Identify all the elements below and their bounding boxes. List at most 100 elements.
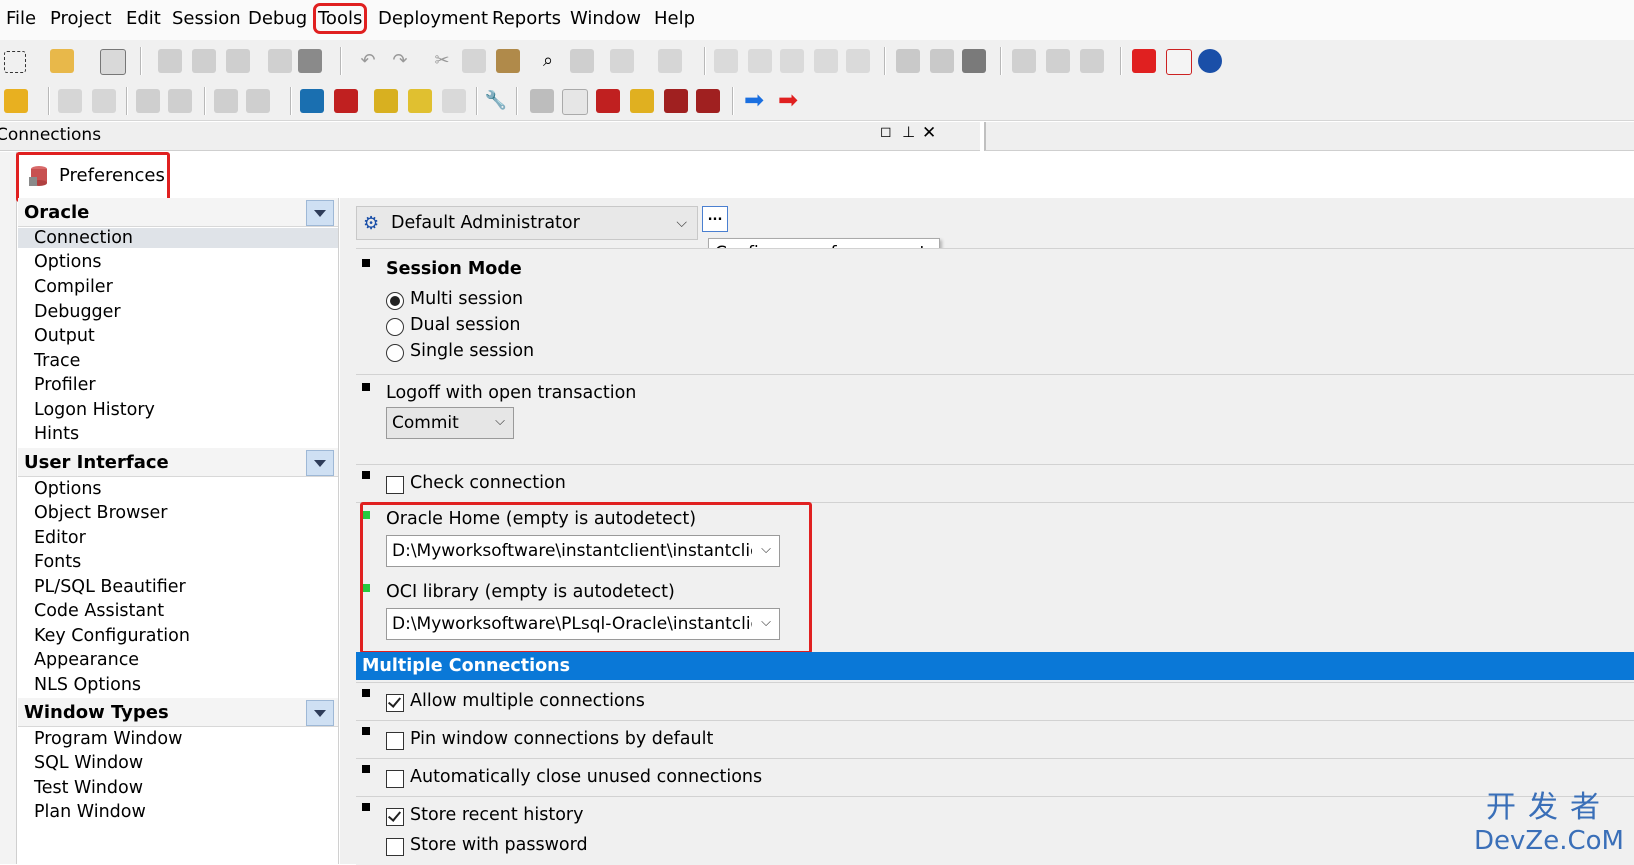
find-icon[interactable]: ⌕ — [536, 49, 560, 73]
database-export-icon[interactable] — [334, 89, 358, 113]
menu-file[interactable]: File — [6, 8, 36, 29]
menu-deployment[interactable]: Deployment — [378, 8, 488, 29]
tree-item-test-window[interactable]: Test Window — [34, 778, 143, 798]
log-on-icon[interactable] — [4, 89, 28, 113]
tree-item-object-browser[interactable]: Object Browser — [34, 503, 167, 523]
save-all-icon[interactable] — [226, 49, 250, 73]
tree-item-output[interactable]: Output — [34, 326, 95, 346]
notes-icon[interactable] — [408, 89, 432, 113]
tree-item-appearance[interactable]: Appearance — [34, 650, 139, 670]
open-icon[interactable] — [50, 49, 74, 73]
close-icon[interactable]: ✕ — [922, 123, 936, 143]
tree-item-plsql-beautifier[interactable]: PL/SQL Beautifier — [34, 577, 186, 597]
group-oracle[interactable]: Oracle — [18, 198, 338, 227]
macro-library-icon[interactable] — [962, 49, 986, 73]
tree-item-debugger[interactable]: Debugger — [34, 302, 121, 322]
maximize-icon[interactable]: ◻ — [880, 124, 892, 140]
eraser-icon[interactable] — [562, 89, 588, 115]
break-icon[interactable] — [92, 89, 116, 113]
menu-project[interactable]: Project — [50, 8, 112, 29]
radio-single-session[interactable] — [386, 344, 404, 362]
print-setup-icon[interactable] — [100, 49, 126, 75]
tree-item-connection[interactable]: Connection — [18, 228, 338, 248]
chevron-down-icon[interactable] — [306, 700, 334, 726]
tile-vertical-icon[interactable] — [1080, 49, 1104, 73]
menu-window[interactable]: Window — [570, 8, 641, 29]
paste-icon[interactable] — [496, 49, 520, 73]
database-icon[interactable] — [300, 89, 324, 113]
arrow-right-blue-icon[interactable]: ➡ — [742, 88, 766, 112]
replace-icon[interactable] — [570, 49, 594, 73]
auto-close-checkbox[interactable] — [386, 770, 404, 788]
cut-icon[interactable]: ✂ — [430, 49, 454, 73]
sql-trace-icon[interactable] — [214, 89, 238, 113]
store-history-checkbox[interactable] — [386, 808, 404, 826]
radio-multi-session[interactable] — [386, 292, 404, 310]
menu-session[interactable]: Session — [172, 8, 241, 29]
start-debug-icon[interactable] — [530, 89, 554, 113]
menu-reports[interactable]: Reports — [492, 8, 561, 29]
format-icon[interactable] — [846, 49, 870, 73]
logoff-select[interactable]: Commit ⌵ — [386, 407, 514, 439]
wrench-icon[interactable]: 🔧 — [484, 89, 508, 113]
check-connection-checkbox[interactable] — [386, 476, 404, 494]
tree-item-program-window[interactable]: Program Window — [34, 729, 182, 749]
tree-item-hints[interactable]: Hints — [34, 424, 79, 444]
pin-window-checkbox[interactable] — [386, 732, 404, 750]
save-icon[interactable] — [158, 49, 182, 73]
group-window-types[interactable]: Window Types — [18, 698, 338, 727]
store-password-checkbox[interactable] — [386, 838, 404, 856]
uncomment-icon[interactable] — [748, 49, 772, 73]
allow-multiple-checkbox[interactable] — [386, 694, 404, 712]
indent-icon[interactable] — [610, 49, 634, 73]
arrow-right-red-icon[interactable]: ➡ — [776, 88, 800, 112]
menu-tools[interactable]: Tools — [312, 3, 368, 34]
comment-icon[interactable] — [714, 49, 738, 73]
redo-icon[interactable]: ↷ — [388, 49, 412, 73]
tree-item-compiler[interactable]: Compiler — [34, 277, 113, 297]
tree-item-editor[interactable]: Editor — [34, 528, 86, 548]
menu-debug[interactable]: Debug — [248, 8, 307, 29]
new-icon[interactable] — [4, 51, 26, 73]
rollback-icon[interactable] — [168, 89, 192, 113]
pdf-icon[interactable] — [1166, 49, 1192, 75]
chevron-down-icon[interactable] — [306, 200, 334, 226]
red-tool-icon[interactable] — [596, 89, 620, 113]
group-user-interface[interactable]: User Interface — [18, 448, 338, 477]
step-out-icon[interactable] — [696, 89, 720, 113]
oracle-icon[interactable] — [1132, 49, 1156, 73]
yellow-tool-icon[interactable] — [630, 89, 654, 113]
print-icon[interactable] — [268, 49, 292, 73]
tile-horizontal-icon[interactable] — [1046, 49, 1070, 73]
tree-item-sql-window[interactable]: SQL Window — [34, 753, 143, 773]
macro-play-icon[interactable] — [930, 49, 954, 73]
undo-icon[interactable]: ↶ — [356, 49, 380, 73]
tree-item-ui-options[interactable]: Options — [34, 479, 102, 499]
menu-edit[interactable]: Edit — [126, 8, 161, 29]
menu-help[interactable]: Help — [654, 8, 695, 29]
tree-item-trace[interactable]: Trace — [34, 351, 80, 371]
pin-icon[interactable]: ⊥ — [902, 123, 915, 141]
tree-item-profiler[interactable]: Profiler — [34, 375, 96, 395]
chevron-down-icon[interactable] — [306, 450, 334, 476]
info-icon[interactable] — [1198, 49, 1222, 73]
tree-item-fonts[interactable]: Fonts — [34, 552, 81, 572]
radio-dual-session[interactable] — [386, 318, 404, 336]
uppercase-icon[interactable] — [780, 49, 804, 73]
sql-window-icon[interactable] — [246, 89, 270, 113]
commit-icon[interactable] — [136, 89, 160, 113]
lowercase-icon[interactable] — [814, 49, 838, 73]
tree-item-logon-history[interactable]: Logon History — [34, 400, 155, 420]
configure-preference-sets-button[interactable]: ... — [702, 206, 728, 232]
keys-icon[interactable] — [374, 89, 398, 113]
execute-icon[interactable] — [58, 89, 82, 113]
report-icon[interactable] — [442, 89, 466, 113]
save-as-icon[interactable] — [192, 49, 216, 73]
preference-set-select[interactable]: ⚙ Default Administrator ⌵ — [356, 206, 698, 240]
tree-item-plan-window[interactable]: Plan Window — [34, 802, 146, 822]
step-into-icon[interactable] — [664, 89, 688, 113]
macro-record-icon[interactable] — [896, 49, 920, 73]
printer-icon[interactable] — [298, 49, 322, 73]
tree-item-code-assistant[interactable]: Code Assistant — [34, 601, 164, 621]
copy-icon[interactable] — [462, 49, 486, 73]
